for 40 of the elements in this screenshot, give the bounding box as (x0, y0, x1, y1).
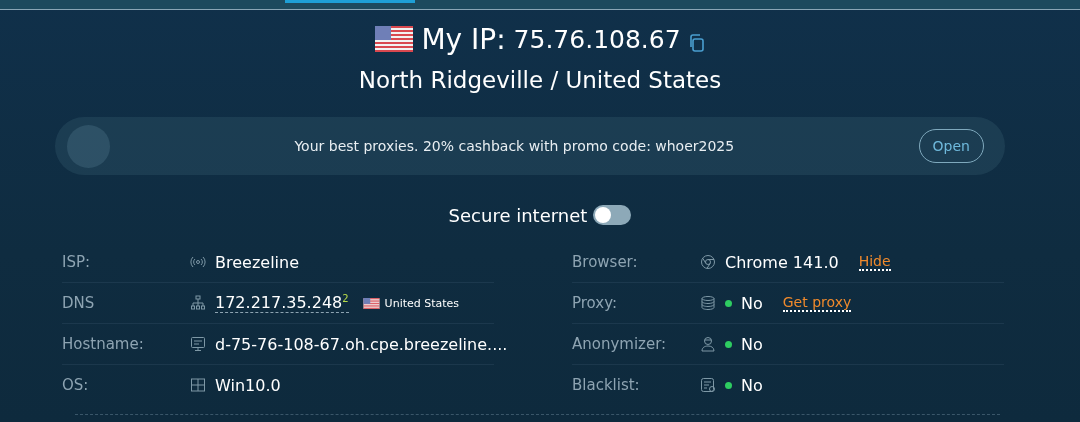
country-name: United States (384, 296, 460, 310)
info-label: Proxy: (572, 294, 619, 312)
user-icon (700, 336, 716, 352)
us-flag-icon (375, 26, 414, 52)
info-label: Browser: (572, 253, 639, 271)
info-value: d-75-76-108-67.oh.cpe.breezeline.... (215, 334, 508, 354)
database-icon (700, 295, 716, 311)
dns-address[interactable]: 172.217.35.248$^{2}$ (215, 292, 349, 314)
ip-address: 75.76.108.67 (513, 24, 681, 54)
info-label: Anonymizer: (572, 335, 668, 353)
status-dot (725, 340, 732, 348)
status-value: No (741, 334, 763, 354)
browser-icon (700, 254, 716, 270)
ip-label: My IP: (421, 22, 506, 56)
location-text: North Ridgeville / United States (357, 67, 723, 95)
monitor-icon (190, 336, 206, 352)
info-label: Blacklist: (572, 376, 641, 394)
promo-logo (67, 124, 110, 168)
info-value: Breezeline (215, 252, 299, 272)
copy-icon[interactable] (688, 34, 705, 52)
status-dot (725, 381, 732, 389)
info-value: Win10.0 (215, 375, 281, 395)
promo-text: Your best proxies. 20% cashback with promo code: whoer2025 (293, 138, 736, 154)
info-label: DNS (62, 294, 96, 312)
signal-icon (190, 254, 206, 270)
status-value: No (741, 293, 763, 313)
info-label: Hostname: (62, 335, 145, 353)
network-icon (190, 295, 206, 311)
status-value: No (741, 375, 763, 395)
action-link[interactable]: Get proxy (782, 294, 852, 312)
windows-icon (190, 377, 206, 393)
us-flag-icon (362, 297, 380, 309)
info-label: OS: (62, 376, 90, 394)
secure-internet-toggle[interactable] (593, 205, 632, 225)
action-link[interactable]: Hide (858, 253, 891, 271)
info-label: ISP: (62, 253, 92, 271)
list-icon (700, 377, 716, 393)
info-value: Chrome 141.0 (725, 252, 839, 272)
secure-internet-label: Secure internet (448, 204, 588, 226)
status-dot (725, 299, 732, 307)
